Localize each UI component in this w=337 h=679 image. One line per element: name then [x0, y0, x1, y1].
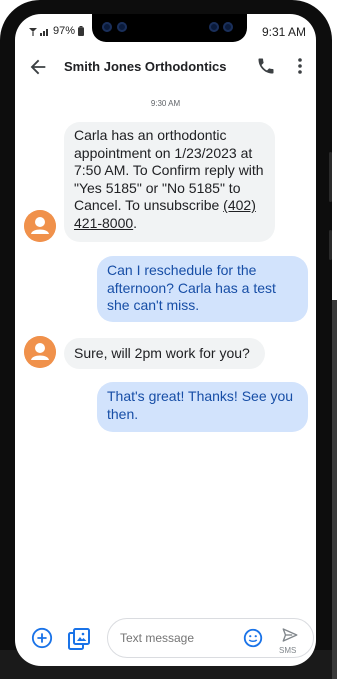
message-text-suffix: .: [133, 214, 138, 231]
camera-notch: [92, 14, 247, 42]
send-button[interactable]: SMS: [275, 624, 305, 655]
outgoing-message[interactable]: Can I reschedule for the afternoon? Carl…: [97, 256, 308, 322]
incoming-message[interactable]: Sure, will 2pm work for you?: [64, 338, 265, 369]
message-input-container: SMS: [107, 618, 314, 658]
status-left: 97%: [29, 25, 85, 37]
send-label: SMS: [279, 646, 297, 655]
contact-name: Smith Jones Orthodontics: [64, 59, 227, 74]
add-icon[interactable]: [31, 627, 53, 649]
camera-lens: [209, 22, 219, 32]
side-button: [329, 230, 332, 260]
app-bar: Smith Jones Orthodontics: [15, 52, 316, 82]
send-icon: [282, 628, 298, 642]
message-input[interactable]: [120, 631, 230, 645]
battery-percent: 97%: [53, 25, 76, 37]
cell-signal-icon: [40, 28, 48, 36]
gallery-icon[interactable]: [67, 627, 91, 651]
more-vert-icon[interactable]: [293, 56, 307, 76]
status-time: 9:31 AM: [261, 25, 306, 39]
phone-icon[interactable]: [256, 56, 276, 76]
signal-off-icon: [29, 27, 37, 36]
battery-icon: [78, 26, 85, 36]
emoji-icon[interactable]: [242, 627, 264, 649]
side-button: [329, 152, 332, 202]
incoming-message[interactable]: Carla has an orthodontic appointment on …: [64, 122, 275, 242]
avatar-person-icon[interactable]: [24, 336, 56, 368]
composer-bar: SMS: [15, 614, 316, 666]
status-bar: 97% 9:31 AM: [15, 14, 316, 46]
outgoing-message[interactable]: That's great! Thanks! See you then.: [97, 382, 308, 432]
message-timestamp: 9:30 AM: [150, 99, 181, 108]
back-arrow-icon[interactable]: [27, 56, 49, 78]
screen: 97% 9:31 AM Smith Jones Orthodontics 9:3…: [15, 14, 316, 666]
camera-lens: [117, 22, 127, 32]
camera-lens: [102, 22, 112, 32]
avatar-person-icon[interactable]: [24, 210, 56, 242]
camera-lens: [223, 22, 233, 32]
